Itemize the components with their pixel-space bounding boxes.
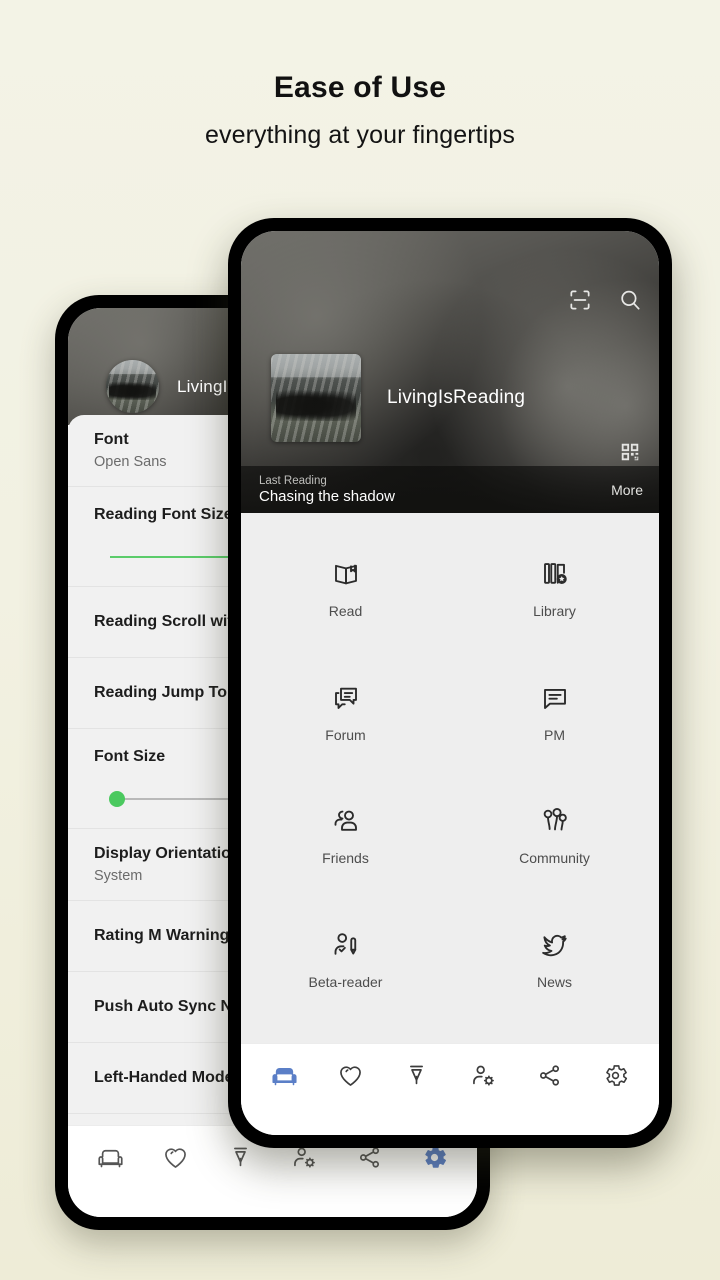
nav-pen-nib-icon[interactable] bbox=[403, 1062, 430, 1089]
nav-armchair-icon[interactable] bbox=[271, 1062, 298, 1089]
slider-fill bbox=[110, 555, 240, 558]
grid-item-read[interactable]: Read bbox=[241, 549, 450, 661]
last-reading-label: Last Reading bbox=[259, 474, 327, 487]
nav-pen-nib-icon[interactable] bbox=[227, 1144, 254, 1171]
grid-label: Library bbox=[533, 603, 576, 619]
front-profile[interactable]: LivingIsReading bbox=[271, 354, 525, 442]
home-grid-menu[interactable]: Read Library Forum PM Friends Community … bbox=[241, 513, 659, 1043]
front-bottom-nav[interactable] bbox=[241, 1043, 659, 1135]
nav-share-nodes-icon[interactable] bbox=[356, 1144, 383, 1171]
grid-item-pm[interactable]: PM bbox=[450, 673, 659, 785]
nav-person-gear-icon[interactable] bbox=[470, 1062, 497, 1089]
grid-item-beta-reader[interactable]: Beta-reader bbox=[241, 920, 450, 1032]
last-reading-text: Last Reading Chasing the shadow bbox=[259, 475, 395, 505]
grid-label: PM bbox=[544, 726, 565, 743]
hero-action-icons[interactable] bbox=[567, 287, 643, 313]
message-bubble-icon bbox=[540, 683, 570, 713]
search-icon[interactable] bbox=[617, 287, 643, 313]
nav-gear-icon[interactable] bbox=[421, 1144, 448, 1171]
nav-armchair-icon[interactable] bbox=[97, 1144, 124, 1171]
grid-label: Community bbox=[519, 850, 590, 866]
slider-thumb[interactable] bbox=[109, 790, 126, 807]
grid-label: Beta-reader bbox=[308, 973, 383, 990]
grid-item-library[interactable]: Library bbox=[450, 549, 659, 661]
news-bird-icon bbox=[540, 930, 570, 960]
page-title: Ease of Use bbox=[273, 71, 447, 104]
community-balloons-icon bbox=[540, 806, 570, 836]
front-phone-screen: LivingIsReading Last Reading Chasing the… bbox=[241, 231, 659, 1135]
nav-share-nodes-icon[interactable] bbox=[536, 1062, 563, 1089]
nav-heart-icon[interactable] bbox=[162, 1144, 189, 1171]
promo-heading-block: Ease of Use everything at your fingertip… bbox=[0, 70, 720, 150]
nav-person-gear-icon[interactable] bbox=[291, 1144, 318, 1171]
grid-item-friends[interactable]: Friends bbox=[241, 796, 450, 908]
grid-item-news[interactable]: News bbox=[450, 920, 659, 1032]
grid-item-community[interactable]: Community bbox=[450, 796, 659, 908]
front-account-name: LivingIsReading bbox=[387, 387, 526, 408]
library-star-icon bbox=[540, 559, 570, 589]
friends-people-icon bbox=[331, 806, 361, 836]
grid-label: Read bbox=[328, 603, 363, 619]
nav-gear-icon[interactable] bbox=[602, 1062, 629, 1089]
more-button[interactable]: More bbox=[611, 482, 643, 498]
account-avatar-round-icon[interactable] bbox=[106, 360, 159, 413]
grid-item-forum[interactable]: Forum bbox=[241, 673, 450, 785]
grid-label: Friends bbox=[322, 850, 369, 866]
account-avatar-icon[interactable] bbox=[271, 354, 361, 442]
last-reading-title: Chasing the shadow bbox=[259, 487, 395, 505]
scan-icon[interactable] bbox=[567, 287, 593, 313]
phone-front-home: LivingIsReading Last Reading Chasing the… bbox=[228, 218, 672, 1148]
forum-chat-icon bbox=[331, 683, 361, 713]
front-hero-header: LivingIsReading Last Reading Chasing the… bbox=[241, 231, 659, 513]
qr-code-icon[interactable] bbox=[619, 441, 645, 467]
open-book-icon bbox=[331, 559, 361, 589]
page-subtitle: everything at your fingertips bbox=[204, 121, 515, 149]
nav-heart-icon[interactable] bbox=[337, 1062, 364, 1089]
last-reading-bar[interactable]: Last Reading Chasing the shadow More bbox=[241, 466, 659, 513]
grid-label: News bbox=[536, 973, 572, 990]
beta-reader-pen-icon bbox=[331, 930, 361, 960]
grid-label: Forum bbox=[325, 726, 366, 743]
